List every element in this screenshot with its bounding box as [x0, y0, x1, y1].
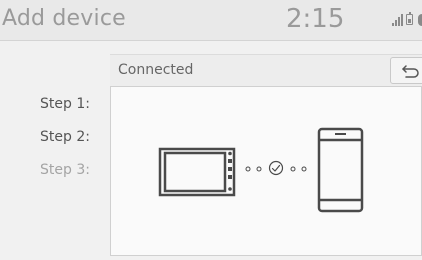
connection-status-label: Connected	[118, 62, 194, 78]
bluetooth-icon	[418, 14, 422, 26]
pairing-dots-with-check-icon	[245, 160, 307, 176]
head-unit-icon	[158, 147, 236, 197]
step-2-label: Step 2:	[40, 129, 90, 145]
step-1-label: Step 1:	[40, 96, 90, 112]
signal-icon	[392, 14, 403, 26]
steps-list: Step 1: Step 2: Step 3:	[0, 86, 110, 260]
step-3-label: Step 3:	[40, 162, 90, 178]
instruction-panel	[110, 86, 422, 256]
pairing-illustration	[158, 127, 364, 213]
header-bar: Add device 2:15	[0, 0, 422, 41]
smartphone-icon	[317, 127, 364, 213]
connection-status-bar: Connected	[110, 54, 422, 87]
back-button[interactable]	[390, 57, 422, 84]
add-device-screen: Add device 2:15 Connected Step 1: Step 2…	[0, 0, 422, 260]
battery-icon	[406, 12, 413, 25]
page-title: Add device	[2, 6, 126, 31]
clock: 2:15	[286, 4, 345, 34]
status-icons	[392, 12, 422, 34]
return-arrow-icon	[402, 65, 419, 78]
